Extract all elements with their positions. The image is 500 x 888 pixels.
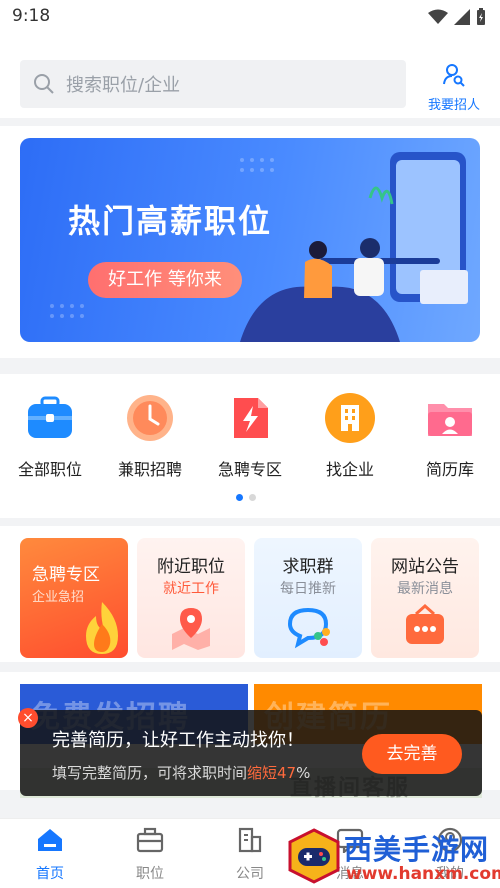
clock-icon: [124, 392, 176, 444]
building-icon: [238, 827, 262, 853]
tab-company[interactable]: 公司: [215, 827, 285, 883]
wifi-icon: [428, 9, 448, 24]
status-time: 9:18: [12, 6, 51, 26]
watermark-name: 西美手游网: [344, 833, 490, 866]
chat-group-icon: [287, 607, 330, 649]
status-icons: [428, 8, 486, 26]
pager-dot-active: [236, 494, 243, 501]
close-icon[interactable]: ×: [18, 708, 38, 728]
search-input[interactable]: 搜索职位/企业: [20, 60, 406, 108]
banner-pill: 好工作 等你来: [88, 262, 242, 298]
card-title: 附近职位: [157, 557, 225, 577]
briefcase-icon: [136, 827, 164, 853]
search-placeholder: 搜索职位/企业: [66, 75, 181, 96]
pager-dot: [249, 494, 256, 501]
card-site-notices[interactable]: 网站公告 最新消息: [371, 538, 479, 658]
category-part-time[interactable]: 兼职招聘: [110, 392, 190, 480]
watermark-url: www.hanxm.com: [346, 864, 500, 884]
category-company[interactable]: 找企业: [310, 392, 390, 480]
category-label: 全部职位: [17, 460, 82, 479]
gamepad-logo-icon: [288, 828, 340, 884]
tab-label: 职位: [136, 866, 164, 882]
card-urgent-hiring[interactable]: 急聘专区 企业急招: [20, 538, 128, 658]
category-label: 找企业: [325, 460, 374, 479]
banner-title: 热门高薪职位: [68, 202, 273, 240]
category-all-jobs[interactable]: 全部职位: [10, 392, 90, 480]
toast-subtext: 填写完整简历，可将求职时间缩短47%: [52, 762, 310, 783]
search-icon: [34, 74, 54, 94]
card-title: 求职群: [282, 557, 334, 577]
category-resume-library[interactable]: 简历库: [410, 392, 490, 480]
category-label: 急聘专区: [217, 460, 282, 479]
tab-label: 公司: [236, 866, 264, 882]
category-pager: [236, 494, 256, 501]
folder-icon: [424, 392, 476, 444]
category-label: 简历库: [425, 460, 474, 479]
banner-section: 热门高薪职位 好工作 等你来: [0, 126, 500, 358]
category-urgent[interactable]: 急聘专区: [210, 392, 290, 480]
card-title: 网站公告: [391, 557, 459, 577]
recruit-label: 我要招人: [427, 98, 480, 113]
tab-home[interactable]: 首页: [15, 827, 85, 883]
notice-board-icon: [406, 604, 444, 644]
toast-sub-prefix: 填写完整简历，可将求职时间: [52, 764, 248, 782]
lightning-icon: [224, 392, 276, 444]
tab-label: 首页: [36, 866, 64, 882]
status-bar: 9:18: [0, 0, 500, 34]
toast-sub-suffix: %: [296, 764, 311, 782]
header: 搜索职位/企业 我要招人: [0, 34, 500, 118]
card-nearby-jobs[interactable]: 附近职位 就近工作: [137, 538, 245, 658]
flame-icon: [86, 602, 118, 654]
category-label: 兼职招聘: [117, 460, 182, 479]
toast-sub-highlight: 缩短47: [247, 764, 297, 782]
battery-icon: [477, 8, 485, 25]
resume-toast: × 完善简历，让好工作主动找你！ 填写完整简历，可将求职时间缩短47% 去完善: [18, 708, 482, 796]
card-subtitle: 就近工作: [163, 581, 219, 597]
card-title: 急聘专区: [32, 565, 100, 585]
building-icon: [324, 392, 376, 444]
banner[interactable]: 热门高薪职位 好工作 等你来: [20, 138, 480, 342]
signal-icon: [454, 9, 470, 25]
home-icon: [38, 829, 62, 851]
recruit-button[interactable]: 我要招人: [424, 62, 484, 113]
complete-resume-button[interactable]: 去完善: [362, 734, 462, 774]
card-subtitle: 每日推新: [280, 581, 336, 597]
card-subtitle: 最新消息: [397, 581, 453, 597]
briefcase-icon: [24, 392, 76, 444]
tab-jobs[interactable]: 职位: [115, 827, 185, 883]
user-search-icon: [443, 64, 465, 87]
site-watermark: 西美手游网 www.hanxm.com: [282, 822, 500, 888]
toast-message: 完善简历，让好工作主动找你！: [52, 730, 304, 751]
category-row: 全部职位 兼职招聘 急聘专区 找企业 简历库: [0, 374, 500, 518]
map-pin-icon: [172, 608, 210, 650]
feature-cards: 急聘专区 企业急招 附近职位 就近工作 求职群 每日推新 网站公告 最新消息: [0, 526, 500, 662]
card-job-groups[interactable]: 求职群 每日推新: [254, 538, 362, 658]
